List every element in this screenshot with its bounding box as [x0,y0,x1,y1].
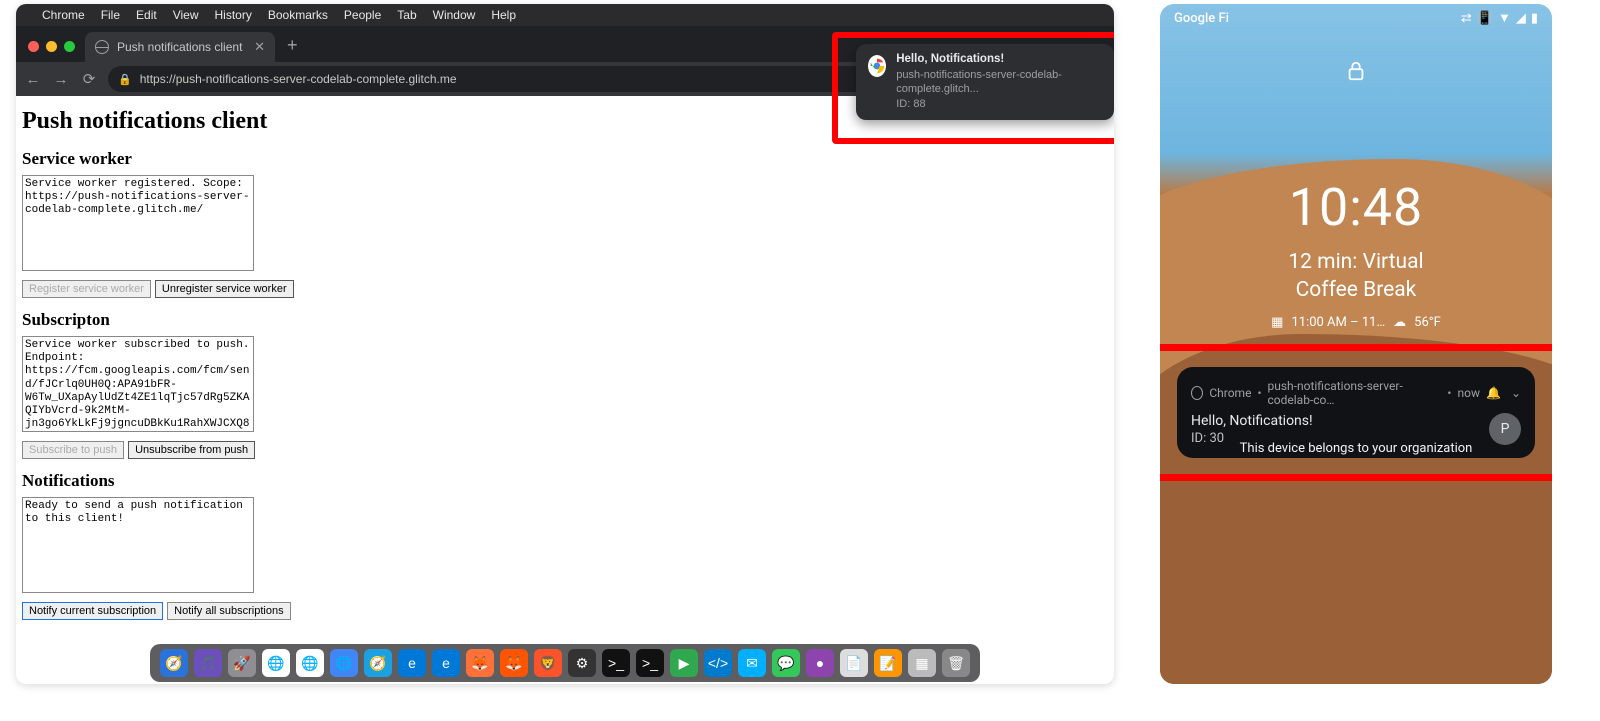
notifications-textarea[interactable]: Ready to send a push notification to thi… [22,497,254,593]
dock-app-icon[interactable]: 🦁 [534,649,562,677]
lockscreen-clock: 10:48 [1160,177,1552,238]
browser-tab[interactable]: Push notifications client ✕ [85,32,275,62]
desktop-notif-source: push-notifications-server-codelab-comple… [896,68,1102,98]
macos-dock[interactable]: 🧭🎵🚀🌐🌐🌐🧭ee🦊🦊🦁⚙>_>_▶</>✉💬●📄📝▦🗑 [150,644,980,682]
subscribe-button: Subscribe to push [22,441,124,459]
dock-app-icon[interactable]: 🧭 [160,649,188,677]
desktop-notif-title: Hello, Notifications! [896,52,1102,68]
lock-icon: 🔒 [118,73,132,86]
lock-icon [1160,60,1552,87]
macos-browser-window: Chrome File Edit View History Bookmarks … [16,4,1114,684]
sw-heading: Service worker [22,149,1108,169]
menu-view[interactable]: View [173,8,199,22]
dock-app-icon[interactable]: ▦ [908,649,936,677]
menu-window[interactable]: Window [433,8,476,22]
unsubscribe-button[interactable]: Unsubscribe from push [128,441,255,459]
mac-menubar: Chrome File Edit View History Bookmarks … [16,4,1114,26]
desktop-notif-body: ID: 88 [896,97,1102,112]
dock-app-icon[interactable]: 🗑 [942,649,970,677]
window-traffic-lights[interactable] [28,41,75,52]
dock-app-icon[interactable]: ✉ [738,649,766,677]
dock-app-icon[interactable]: 💬 [772,649,800,677]
nearby-icon: ⇄ [1461,11,1472,26]
minimize-window-icon[interactable] [46,41,57,52]
dock-app-icon[interactable]: 🌐 [296,649,324,677]
menu-chrome[interactable]: Chrome [42,8,85,22]
weather-icon: ☁ [1393,315,1406,330]
subscription-textarea[interactable]: Service worker subscribed to push. Endpo… [22,336,254,432]
event-line2: Coffee Break [1160,276,1552,304]
subscription-heading: Subscripton [22,310,1108,330]
dock-app-icon[interactable]: e [432,649,460,677]
notify-current-button[interactable]: Notify current subscription [22,602,163,620]
event-time: 11:00 AM – 11… [1291,315,1385,330]
dock-app-icon[interactable]: ⚙ [568,649,596,677]
event-line1: 12 min: Virtual [1160,248,1552,276]
register-sw-button: Register service worker [22,280,151,298]
bell-icon[interactable]: 🔔 [1486,386,1501,400]
nav-back-icon[interactable]: ← [24,71,42,88]
dock-app-icon[interactable]: 🌐 [262,649,290,677]
dock-app-icon[interactable]: 🦊 [466,649,494,677]
tab-close-icon[interactable]: ✕ [254,39,265,55]
dock-app-icon[interactable]: ▶ [670,649,698,677]
dock-app-icon[interactable]: 🌐 [330,649,358,677]
chrome-small-icon [1191,386,1203,400]
tab-title: Push notifications client [117,40,242,54]
menu-edit[interactable]: Edit [136,8,157,22]
dot-sep: • [1447,386,1451,400]
desktop-notification-highlight: Hello, Notifications! push-notifications… [832,32,1114,144]
sw-status-textarea[interactable]: Service worker registered. Scope: https:… [22,175,254,271]
dock-app-icon[interactable]: 🚀 [228,649,256,677]
lockscreen-meta: ▦ 11:00 AM – 11… ☁ 56°F [1160,315,1552,330]
dock-app-icon[interactable]: 🦊 [500,649,528,677]
notif-when: now [1457,386,1480,400]
notif-app-name: Chrome [1209,386,1251,400]
notify-all-button[interactable]: Notify all subscriptions [167,602,290,620]
omnibox-url: https://push-notifications-server-codela… [140,72,457,86]
fullscreen-window-icon[interactable] [64,41,75,52]
dock-app-icon[interactable]: 🧭 [364,649,392,677]
calendar-icon: ▦ [1271,315,1283,330]
new-tab-button[interactable]: + [287,35,298,56]
menu-file[interactable]: File [101,8,120,22]
carrier-label: Google Fi [1174,11,1229,26]
android-notif-title: Hello, Notifications! [1191,413,1313,429]
close-window-icon[interactable] [28,41,39,52]
unregister-sw-button[interactable]: Unregister service worker [155,280,294,298]
menu-history[interactable]: History [215,8,252,22]
page-content: Push notifications client Service worker… [16,96,1114,646]
chevron-down-icon[interactable]: ⌄ [1511,386,1521,400]
dock-app-icon[interactable]: >_ [602,649,630,677]
battery-icon: ▮ [1531,11,1538,26]
org-ownership-label: This device belongs to your organization [1160,441,1552,456]
wifi-icon: ▼ [1498,10,1511,26]
dock-app-icon[interactable]: ● [806,649,834,677]
chrome-app-icon [868,55,886,77]
desktop-notification[interactable]: Hello, Notifications! push-notifications… [856,44,1114,120]
vibrate-icon: 📳 [1477,11,1493,26]
dock-app-icon[interactable]: 🎵 [194,649,222,677]
android-statusbar: Google Fi ⇄ 📳 ▼ ◢ ▮ [1160,4,1552,32]
tab-favicon-icon [95,40,109,54]
menu-bookmarks[interactable]: Bookmarks [268,8,328,22]
menu-help[interactable]: Help [491,8,516,22]
dock-app-icon[interactable]: 📄 [840,649,868,677]
android-lockscreen: Google Fi ⇄ 📳 ▼ ◢ ▮ 10:48 12 min: Virtua… [1160,4,1552,684]
dot-sep: • [1257,386,1261,400]
notif-source: push-notifications-server-codelab-co… [1268,379,1442,407]
calendar-event: 12 min: Virtual Coffee Break [1160,248,1552,305]
nav-forward-icon[interactable]: → [52,71,70,88]
nav-reload-icon[interactable]: ⟳ [80,70,98,88]
signal-icon: ◢ [1516,11,1526,26]
dock-app-icon[interactable]: 📝 [874,649,902,677]
dock-app-icon[interactable]: >_ [636,649,664,677]
notifications-heading: Notifications [22,471,1108,491]
menu-people[interactable]: People [344,8,381,22]
menu-tab[interactable]: Tab [397,8,416,22]
dock-app-icon[interactable]: e [398,649,426,677]
dock-app-icon[interactable]: </> [704,649,732,677]
android-notification-highlight: Chrome • push-notifications-server-codel… [1160,344,1552,481]
weather-temp: 56°F [1414,315,1441,330]
